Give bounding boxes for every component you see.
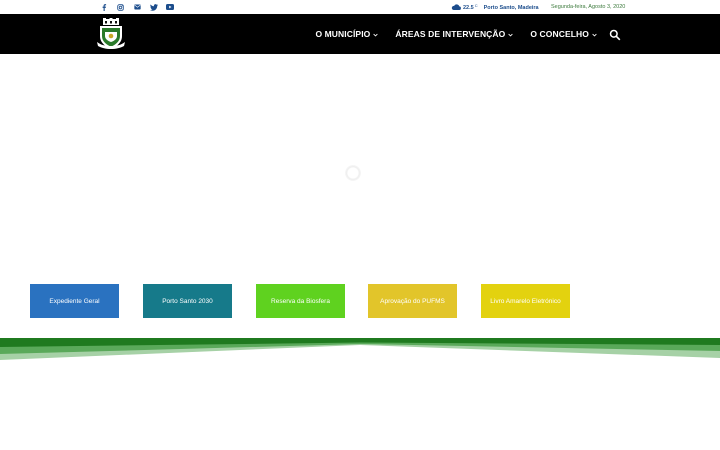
main-header: O MUNICÍPIO ÁREAS DE INTERVENÇÃO O CONCE… — [0, 14, 720, 54]
nav-item-concelho[interactable]: O CONCELHO — [530, 29, 597, 39]
facebook-icon[interactable] — [96, 2, 113, 12]
quick-link-label: Aprovação do PUFMS — [380, 297, 445, 305]
quick-link-expediente-geral[interactable]: Expediente Geral — [30, 284, 119, 318]
nav-item-municipio[interactable]: O MUNICÍPIO — [315, 29, 379, 39]
quick-link-label: Expediente Geral — [49, 297, 100, 305]
nav-item-label: ÁREAS DE INTERVENÇÃO — [395, 29, 506, 39]
quick-link-label: Livro Amarelo Eletrónico — [490, 297, 561, 305]
instagram-icon[interactable] — [113, 2, 130, 12]
quick-link-label: Porto Santo 2030 — [162, 297, 213, 305]
quick-link-reserva-da-biosfera[interactable]: Reserva da Biosfera — [256, 284, 345, 318]
quick-link-porto-santo-2030[interactable]: Porto Santo 2030 — [143, 284, 232, 318]
loading-spinner-icon — [345, 165, 361, 181]
weather-temperature: 22.5 — [463, 4, 474, 11]
chevron-down-icon — [508, 29, 514, 39]
weather-unit: C — [474, 3, 478, 8]
mail-icon[interactable] — [129, 2, 146, 12]
municipal-coat-of-arms-logo[interactable] — [96, 18, 126, 51]
weather-widget: 22.5 C Porto Santo, Madeira — [451, 3, 539, 12]
nav-item-label: O MUNICÍPIO — [315, 29, 371, 39]
current-date: Segunda-feira, Agosto 3, 2020 — [551, 4, 626, 10]
quick-link-aprovacao-pufms[interactable]: Aprovação do PUFMS — [368, 284, 457, 318]
nav-item-areas-de-intervencao[interactable]: ÁREAS DE INTERVENÇÃO — [395, 29, 514, 39]
youtube-icon[interactable] — [162, 2, 179, 12]
search-icon[interactable] — [609, 28, 621, 41]
chevron-down-icon — [373, 29, 379, 39]
quick-link-label: Reserva da Biosfera — [271, 297, 330, 305]
weather-location: Porto Santo, Madeira — [483, 4, 539, 11]
decorative-wave — [0, 338, 720, 360]
main-navigation: O MUNICÍPIO ÁREAS DE INTERVENÇÃO O CONCE… — [298, 14, 597, 54]
top-bar: 22.5 C Porto Santo, Madeira Segunda-feir… — [0, 0, 720, 14]
chevron-down-icon — [592, 29, 597, 39]
nav-item-label: O CONCELHO — [530, 29, 589, 39]
cloud-icon — [451, 3, 461, 12]
page: 22.5 C Porto Santo, Madeira Segunda-feir… — [0, 0, 720, 450]
twitter-icon[interactable] — [146, 2, 163, 12]
quick-link-livro-amarelo[interactable]: Livro Amarelo Eletrónico — [481, 284, 570, 318]
social-links — [96, 2, 179, 12]
